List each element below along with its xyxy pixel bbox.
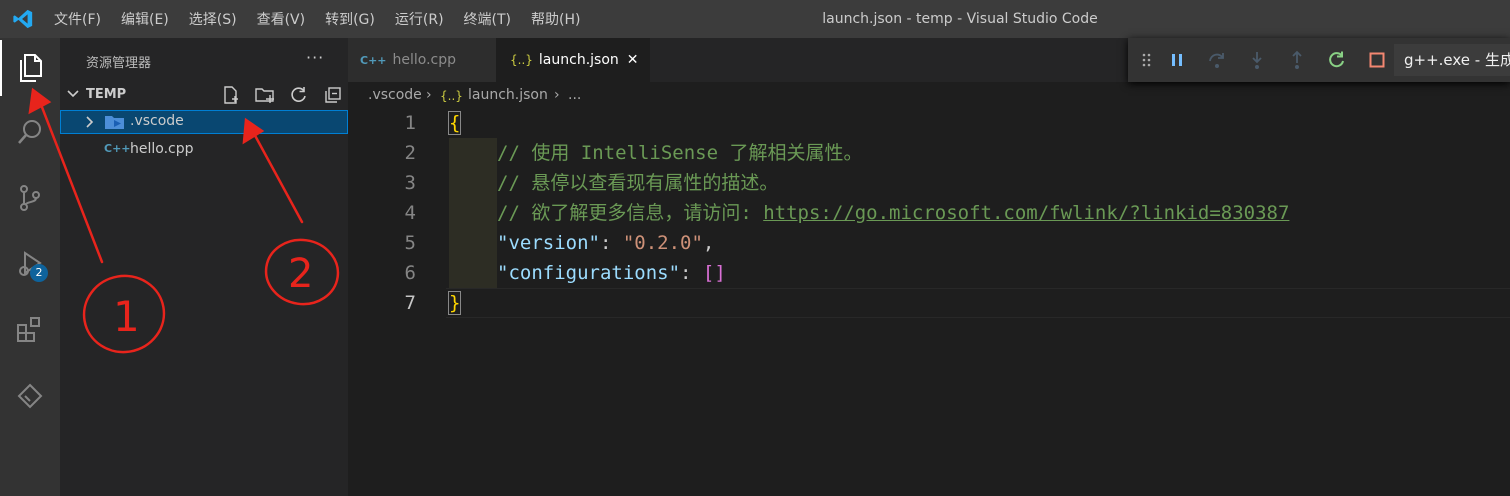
annotation-label-2: 2 (288, 251, 313, 297)
arrow-1-line (38, 100, 104, 264)
arrow-2-head (242, 117, 265, 145)
annotation-overlay: 1 2 (28, 87, 340, 354)
arrow-2-line (250, 128, 304, 224)
arrow-1-head (28, 87, 52, 115)
annotation-label-1: 1 (113, 292, 140, 341)
